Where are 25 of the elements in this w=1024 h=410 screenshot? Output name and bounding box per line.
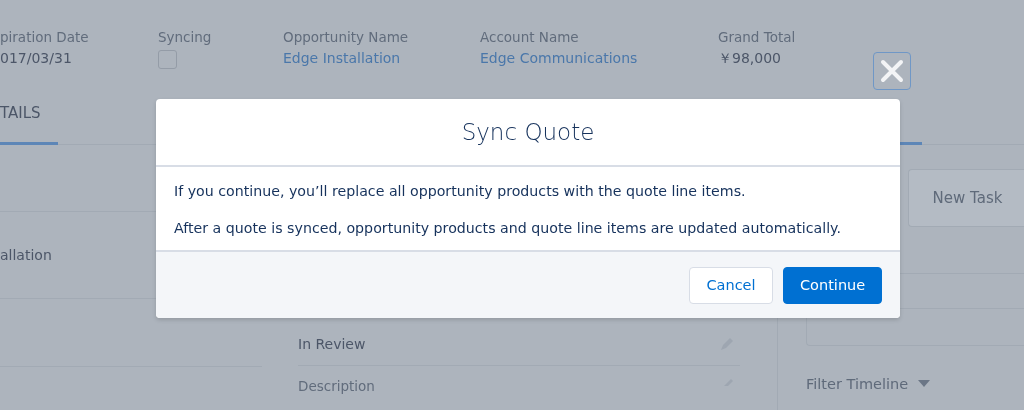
record-link[interactable]: Edge Installation xyxy=(283,50,401,66)
field-label: Opportunity Name xyxy=(283,29,410,45)
field-label: Account Name xyxy=(480,29,580,45)
details-tab[interactable]: TAILS xyxy=(0,104,58,145)
field-value: allation xyxy=(0,247,52,263)
field-label: Grand Total xyxy=(718,29,797,45)
close-icon xyxy=(880,59,904,83)
tab-underline[interactable] xyxy=(900,142,922,145)
dialog-title: Sync Quote xyxy=(461,119,595,145)
dialog-message: If you continue, you’ll replace all opportunity products with the quote line items. xyxy=(174,183,747,199)
field-value: ￥98,000 xyxy=(718,50,782,68)
field-value: 017/03/31 xyxy=(0,50,73,66)
field-label: Description xyxy=(298,378,375,394)
cancel-button[interactable]: Cancel xyxy=(689,266,773,304)
dialog-message: After a quote is synced, opportunity products and quote line items are updated automatically. xyxy=(174,220,842,236)
new-task-button[interactable]: New Task xyxy=(908,169,1024,227)
close-button[interactable] xyxy=(873,52,911,90)
filter-dropdown[interactable]: Filter Timeline xyxy=(806,376,931,392)
continue-button[interactable]: Continue xyxy=(783,266,882,304)
record-link[interactable]: Edge Communications xyxy=(480,50,638,66)
field-value: In Review xyxy=(298,336,366,352)
syncing-checkbox[interactable] xyxy=(158,50,177,69)
field-label: Syncing xyxy=(158,29,213,45)
caret-icon xyxy=(918,380,931,388)
field-label: piration Date xyxy=(0,29,90,45)
